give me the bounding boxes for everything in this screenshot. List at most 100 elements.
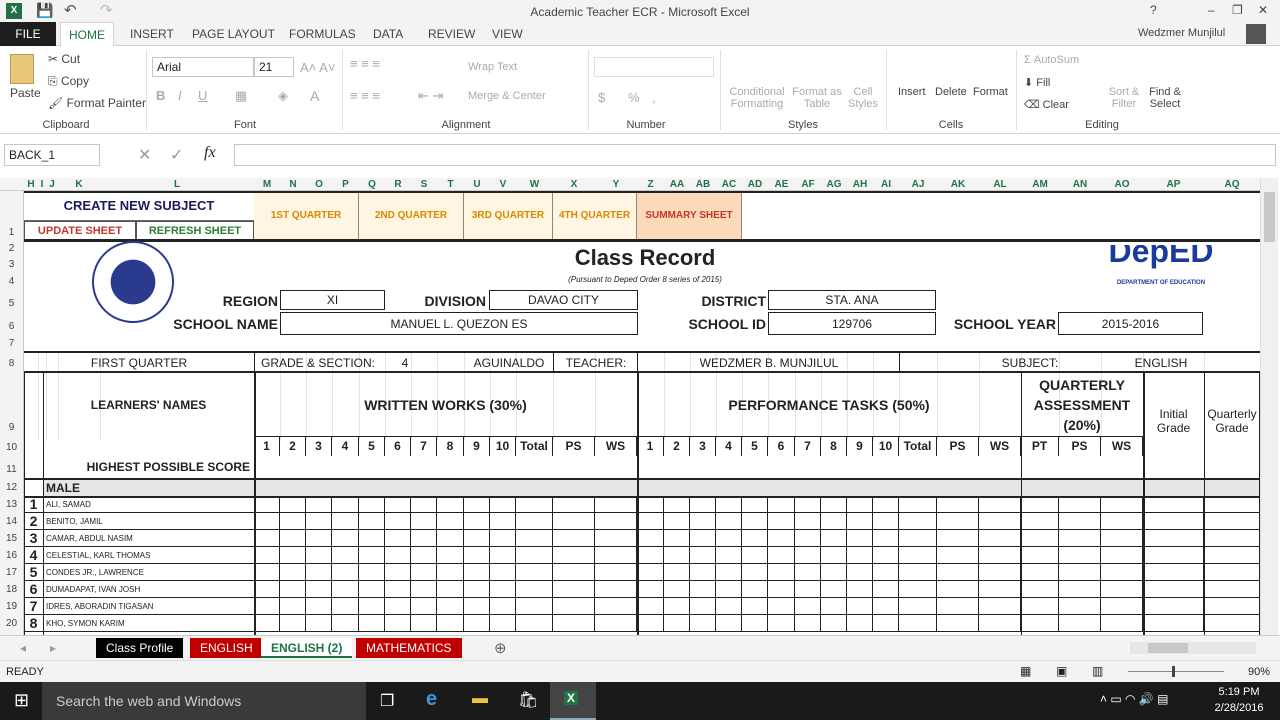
fill-button[interactable]: ⬇ Fill: [1024, 76, 1050, 89]
score-cell[interactable]: [873, 564, 899, 581]
score-cell[interactable]: [795, 513, 821, 530]
column-header-AF[interactable]: AF: [795, 178, 821, 191]
score-cell[interactable]: [553, 598, 595, 615]
score-cell[interactable]: [1059, 513, 1101, 530]
score-cell[interactable]: [1204, 530, 1260, 547]
format-as-table-button[interactable]: Format as Table: [790, 86, 844, 110]
help-button[interactable]: ?: [1150, 3, 1157, 17]
score-cell[interactable]: [385, 496, 411, 513]
column-header-Q[interactable]: Q: [359, 178, 385, 191]
user-name[interactable]: Wedzmer Munjilul: [1138, 27, 1225, 39]
column-header-Z[interactable]: Z: [637, 178, 664, 191]
score-cell[interactable]: [690, 496, 716, 513]
score-cell[interactable]: [306, 530, 332, 547]
score-cell[interactable]: [664, 598, 690, 615]
column-header-AO[interactable]: AO: [1101, 178, 1143, 191]
conditional-formatting-button[interactable]: Conditional Formatting: [726, 86, 788, 110]
score-cell[interactable]: [464, 615, 490, 632]
score-cell[interactable]: [332, 564, 359, 581]
score-cell[interactable]: [1143, 530, 1204, 547]
student-name[interactable]: DUMADAPAT, IVAN JOSH: [43, 581, 254, 598]
score-cell[interactable]: [979, 598, 1021, 615]
avatar[interactable]: [1246, 24, 1266, 44]
add-sheet-icon[interactable]: ⊕: [494, 639, 507, 657]
horizontal-scrollbar[interactable]: [1130, 642, 1256, 654]
zoom-level[interactable]: 90%: [1248, 666, 1270, 678]
score-cell[interactable]: [637, 496, 664, 513]
row-header-3[interactable]: 3: [0, 259, 23, 270]
column-header-W[interactable]: W: [516, 178, 553, 191]
score-cell[interactable]: [795, 598, 821, 615]
clear-button[interactable]: ⌫ Clear: [1024, 98, 1069, 111]
score-cell[interactable]: [254, 581, 280, 598]
column-header-AI[interactable]: AI: [873, 178, 899, 191]
score-cell[interactable]: [1101, 615, 1143, 632]
score-cell[interactable]: [637, 530, 664, 547]
score-cell[interactable]: [1143, 615, 1204, 632]
score-cell[interactable]: [306, 547, 332, 564]
score-cell[interactable]: [411, 547, 437, 564]
score-cell[interactable]: [359, 547, 385, 564]
column-header-P[interactable]: P: [332, 178, 359, 191]
score-cell[interactable]: [742, 496, 768, 513]
score-cell[interactable]: [716, 598, 742, 615]
score-cell[interactable]: [1021, 615, 1059, 632]
tab-review[interactable]: REVIEW: [420, 22, 483, 46]
sheet-tab-class-profile[interactable]: Class Profile: [96, 638, 184, 658]
score-cell[interactable]: [1143, 513, 1204, 530]
score-cell[interactable]: [359, 598, 385, 615]
score-cell[interactable]: [553, 496, 595, 513]
score-cell[interactable]: [847, 581, 873, 598]
score-cell[interactable]: [899, 615, 937, 632]
score-cell[interactable]: [899, 547, 937, 564]
column-header-K[interactable]: K: [58, 178, 100, 191]
score-cell[interactable]: [1021, 530, 1059, 547]
score-cell[interactable]: [690, 547, 716, 564]
score-cell[interactable]: [516, 496, 553, 513]
score-cell[interactable]: [359, 615, 385, 632]
update-sheet-button[interactable]: UPDATE SHEET: [24, 221, 136, 241]
score-cell[interactable]: [254, 564, 280, 581]
score-cell[interactable]: [664, 530, 690, 547]
score-cell[interactable]: [359, 564, 385, 581]
score-cell[interactable]: [716, 496, 742, 513]
score-cell[interactable]: [979, 513, 1021, 530]
score-cell[interactable]: [490, 598, 516, 615]
enter-icon[interactable]: ✓: [170, 145, 183, 165]
score-cell[interactable]: [937, 581, 979, 598]
score-cell[interactable]: [1101, 513, 1143, 530]
column-header-AH[interactable]: AH: [847, 178, 873, 191]
grow-font-icon[interactable]: A˄ A˅: [300, 60, 335, 75]
score-cell[interactable]: [254, 615, 280, 632]
score-cell[interactable]: [899, 598, 937, 615]
score-cell[interactable]: [742, 615, 768, 632]
student-name[interactable]: ALI, SAMAD: [43, 496, 254, 513]
score-cell[interactable]: [516, 530, 553, 547]
score-cell[interactable]: [937, 547, 979, 564]
score-cell[interactable]: [1059, 496, 1101, 513]
score-cell[interactable]: [873, 496, 899, 513]
score-cell[interactable]: [516, 564, 553, 581]
score-cell[interactable]: [768, 598, 795, 615]
score-cell[interactable]: [899, 564, 937, 581]
column-header-S[interactable]: S: [411, 178, 437, 191]
score-cell[interactable]: [821, 530, 847, 547]
edge-icon[interactable]: e: [426, 688, 437, 711]
score-cell[interactable]: [979, 496, 1021, 513]
score-cell[interactable]: [385, 615, 411, 632]
score-cell[interactable]: [553, 547, 595, 564]
score-cell[interactable]: [899, 581, 937, 598]
score-cell[interactable]: [937, 496, 979, 513]
score-cell[interactable]: [437, 530, 464, 547]
borders-icon[interactable]: ▦: [235, 88, 247, 104]
score-cell[interactable]: [637, 615, 664, 632]
score-cell[interactable]: [437, 496, 464, 513]
excel-taskbar-button[interactable]: X: [550, 682, 596, 720]
score-cell[interactable]: [795, 615, 821, 632]
score-cell[interactable]: [742, 564, 768, 581]
score-cell[interactable]: [332, 615, 359, 632]
score-cell[interactable]: [847, 513, 873, 530]
score-cell[interactable]: [411, 496, 437, 513]
score-cell[interactable]: [595, 564, 637, 581]
score-cell[interactable]: [937, 615, 979, 632]
